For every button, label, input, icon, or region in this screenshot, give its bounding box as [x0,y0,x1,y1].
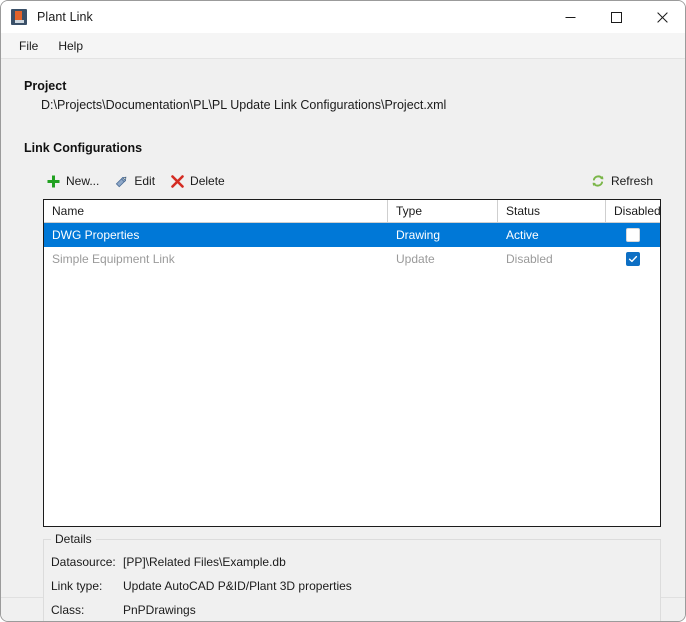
pencil-icon [113,173,129,189]
detail-key-class: Class: [51,603,85,617]
menu-bar: File Help [1,33,685,59]
maximize-icon [610,11,622,23]
link-configurations-toolbar: New... Edit Delete Refresh [43,170,659,192]
refresh-button[interactable]: Refresh [588,170,659,192]
detail-value-link-type: Update AutoCAD P&ID/Plant 3D properties [123,579,352,593]
x-cross-icon [169,173,185,189]
delete-button[interactable]: Delete [167,170,231,192]
title-bar: Plant Link [1,1,685,33]
client-area: Project D:\Projects\Documentation\PL\PL … [1,59,685,621]
new-button-label: New... [66,174,100,188]
new-button[interactable]: New... [43,170,105,192]
menu-item-file[interactable]: File [9,36,48,56]
cell-status: Disabled [506,252,553,266]
checkmark-icon [628,255,638,263]
edit-button[interactable]: Edit [111,170,161,192]
cell-disabled [606,223,660,247]
cell-name: Simple Equipment Link [52,252,175,266]
column-header-status[interactable]: Status [498,200,606,222]
project-path-value: D:\Projects\Documentation\PL\PL Update L… [41,98,447,112]
window-title: Plant Link [37,10,93,24]
grid-header-row: Name Type Status Disabled [44,200,660,223]
delete-button-label: Delete [190,174,225,188]
detail-key-link-type: Link type: [51,579,103,593]
table-row[interactable]: Simple Equipment Link Update Disabled [44,247,660,271]
close-icon [656,11,668,23]
minimize-button[interactable] [547,1,593,33]
refresh-button-label: Refresh [610,174,653,188]
refresh-circular-arrows-icon [590,173,606,189]
disabled-checkbox[interactable] [626,228,640,242]
cell-type: Drawing [396,228,441,242]
edit-button-label: Edit [134,174,156,188]
plus-icon [45,173,61,189]
app-icon-base-shape [15,20,24,23]
link-configurations-list[interactable]: Name Type Status Disabled DWG Properties… [43,199,661,527]
minimize-icon [565,16,575,18]
plant-link-app-icon [11,9,27,25]
cell-name: DWG Properties [52,228,140,242]
column-header-name[interactable]: Name [44,200,388,222]
toolbar-left-group: New... Edit Delete [43,170,237,192]
cell-status: Active [506,228,539,242]
window-controls [547,1,685,33]
cell-disabled [606,247,660,271]
details-legend: Details [51,532,96,546]
column-header-disabled[interactable]: Disabled [606,200,660,222]
detail-key-datasource: Datasource: [51,555,116,569]
project-heading: Project [24,79,67,93]
link-configurations-heading: Link Configurations [24,141,143,155]
close-button[interactable] [639,1,685,33]
disabled-checkbox[interactable] [626,252,640,266]
menu-item-help[interactable]: Help [48,36,93,56]
detail-value-class: PnPDrawings [123,603,196,617]
table-row[interactable]: DWG Properties Drawing Active [44,223,660,247]
cell-type: Update [396,252,435,266]
application-window: Plant Link File Help Project D:\Projects… [0,0,686,622]
column-header-type[interactable]: Type [388,200,498,222]
maximize-button[interactable] [593,1,639,33]
detail-value-datasource: [PP]\Related Files\Example.db [123,555,286,569]
